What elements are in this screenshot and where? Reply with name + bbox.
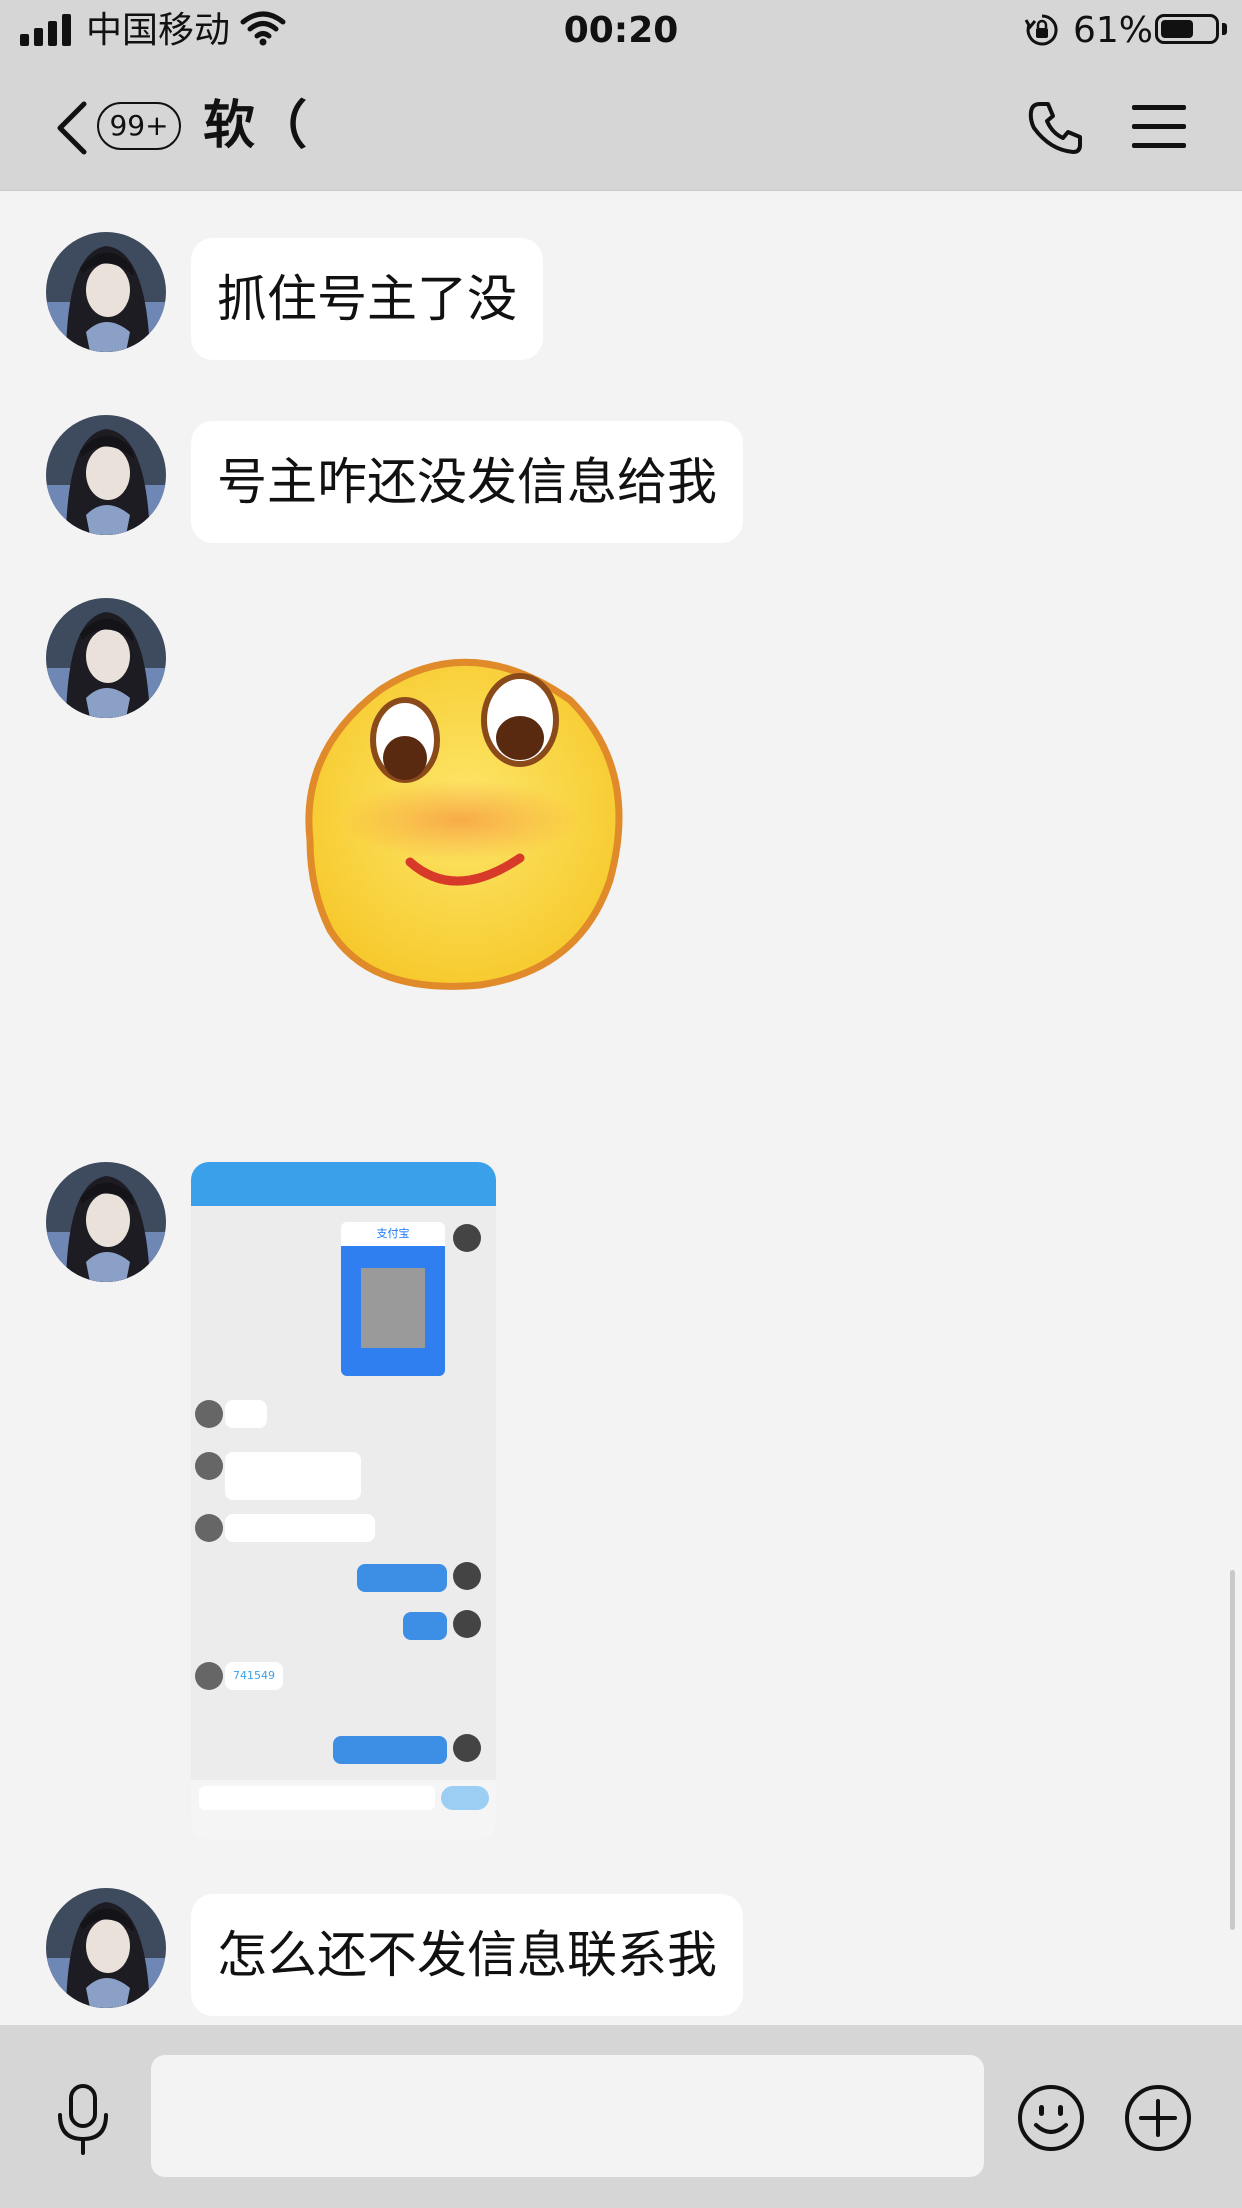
battery-tip: [1222, 23, 1227, 35]
message-input-bar: [0, 2025, 1242, 2208]
mini-avatar: [195, 1662, 223, 1690]
contact-avatar[interactable]: [46, 415, 166, 535]
alipay-label: 支付宝: [341, 1222, 445, 1246]
chat-menu-button[interactable]: [1130, 102, 1188, 152]
alipay-card: [341, 1246, 445, 1376]
mini-avatar: [195, 1400, 223, 1428]
contact-avatar[interactable]: [46, 1888, 166, 2008]
hamburger-menu-icon: [1132, 105, 1186, 148]
rotation-lock-icon: [1024, 12, 1060, 52]
mini-avatar: [195, 1452, 223, 1480]
unread-count-badge[interactable]: 99+: [97, 102, 181, 150]
back-button[interactable]: [52, 100, 92, 156]
message-text-input[interactable]: [151, 2055, 984, 2177]
mini-avatar: [453, 1224, 481, 1252]
message-bubble[interactable]: 抓住号主了没: [191, 238, 543, 360]
plus-circle-icon: [1125, 2085, 1191, 2151]
status-bar: 中国移动 00:20 61%: [0, 0, 1242, 62]
mini-avatar: [195, 1514, 223, 1542]
message-bubble[interactable]: 号主咋还没发信息给我: [191, 421, 743, 543]
smiley-icon: [1018, 2085, 1084, 2151]
chat-scrollbar[interactable]: [1230, 1570, 1235, 1930]
microphone-icon: [58, 2084, 108, 2155]
contact-avatar[interactable]: [46, 1162, 166, 1282]
phone-icon: [1028, 102, 1082, 154]
more-options-button[interactable]: [1123, 2083, 1193, 2153]
contact-avatar[interactable]: [46, 232, 166, 352]
mini-message-out: [357, 1564, 447, 1592]
mini-message-out: [333, 1736, 447, 1764]
battery-percentage: 61%: [1073, 10, 1154, 51]
mini-message: [225, 1400, 267, 1428]
mini-header: [191, 1162, 496, 1206]
blurred-qr-code: [361, 1268, 425, 1348]
mini-message: [225, 1514, 375, 1542]
contact-avatar[interactable]: [46, 598, 166, 718]
emoji-button[interactable]: [1016, 2083, 1086, 2153]
chevron-left-icon: [57, 101, 87, 155]
chat-title: 软（: [203, 96, 308, 156]
battery-icon: [1155, 14, 1219, 44]
mini-avatar: [453, 1734, 481, 1762]
mini-avatar: [453, 1562, 481, 1590]
voice-call-button[interactable]: [1026, 98, 1086, 158]
mini-avatar: [453, 1610, 481, 1638]
mini-message-out: [403, 1612, 447, 1640]
smiling-face-sticker-icon[interactable]: [280, 640, 640, 1000]
voice-input-button[interactable]: [52, 2083, 114, 2155]
message-bubble[interactable]: 怎么还不发信息联系我: [191, 1894, 743, 2016]
mini-code-message: 741549: [225, 1662, 283, 1690]
chat-nav-bar: 99+ 软（: [0, 62, 1242, 191]
mini-message: [225, 1452, 361, 1500]
mini-input-bar: [191, 1780, 496, 1840]
chat-screenshot-image-icon[interactable]: 支付宝 741549: [191, 1162, 496, 1840]
